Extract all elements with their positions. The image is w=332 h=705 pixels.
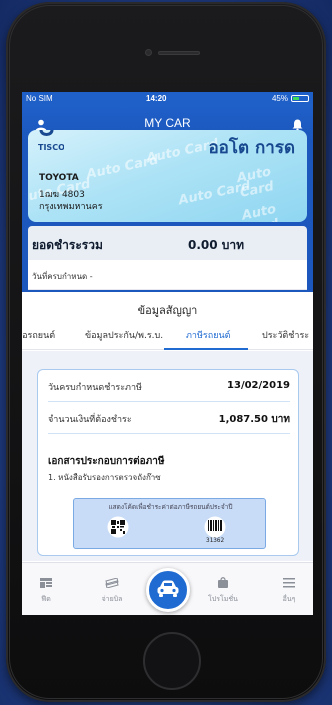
battery-icon — [291, 95, 309, 102]
barcode-number: 31362 — [206, 537, 225, 544]
tabbar-label: อื่นๆ — [282, 595, 296, 603]
active-tab-indicator — [164, 348, 248, 350]
due-date-label: วันที่ครบกำหนด - — [32, 272, 93, 281]
tabbar-item-promotion[interactable]: โปรโมชั่น — [203, 573, 243, 605]
home-button[interactable] — [143, 632, 201, 690]
card-watermark: Auto Card — [177, 178, 252, 209]
battery-percent: 45% — [271, 94, 288, 103]
tabbar-item-pay-bill[interactable]: จ่ายบิล — [92, 573, 132, 605]
card-brand: ออโต การด — [208, 138, 295, 158]
documents-title: เอกสารประกอบการต่อภาษี — [48, 456, 165, 467]
status-bar: No SIM 14:20 45% — [22, 92, 313, 106]
menu-icon — [283, 573, 295, 592]
contract-tabs: ชื่อรถยนต์ ข้อมูลประกัน/พ.ร.บ. ภาษีรถยนต… — [22, 322, 313, 350]
tab-car-name[interactable]: ชื่อรถยนต์ — [22, 328, 55, 342]
tax-amount-value: 1,087.50 บาท — [218, 414, 290, 425]
promotion-bag-icon — [218, 573, 228, 592]
payment-code-box[interactable]: แสดงโค้ดเพื่อชำระค่าต่อภาษีรถยนต์ประจำปี — [73, 498, 266, 549]
tabbar-label: โปรโมชั่น — [208, 595, 238, 603]
due-date-row: วันที่ครบกำหนด - — [28, 260, 307, 290]
contract-title: ข้อมูลสัญญา — [137, 304, 198, 317]
bill-icon — [105, 573, 119, 592]
my-car-center-button[interactable] — [146, 568, 190, 612]
tabbar-label: จ่ายบิล — [101, 595, 123, 603]
tax-detail-card: วันครบกำหนดชำระภาษี 13/02/2019 จำนวนเงิน… — [37, 369, 299, 556]
total-due-label: ยอดชำระรวม — [32, 238, 103, 252]
page-title: MY CAR — [144, 116, 191, 130]
tabbar-item-more[interactable]: อื่นๆ — [269, 573, 309, 605]
front-camera — [145, 49, 152, 56]
qr-code-icon[interactable] — [107, 516, 129, 542]
total-due-amount: 0.00 บาท — [188, 238, 245, 252]
svg-text:TISCO: TISCO — [38, 143, 64, 152]
card-watermark: Auto Card — [240, 201, 281, 222]
plate-province: กรุงเทพมหานคร — [39, 202, 103, 212]
tab-payment-history[interactable]: ประวัติชำระ — [262, 328, 309, 342]
tax-due-date-row: วันครบกำหนดชำระภาษี 13/02/2019 — [48, 370, 290, 402]
tabbar-item-feed[interactable]: ฟีด — [26, 573, 66, 605]
scan-hint: แสดงโค้ดเพื่อชำระค่าต่อภาษีรถยนต์ประจำปี — [108, 503, 233, 511]
tabbar-label: ฟีด — [41, 595, 51, 603]
car-card[interactable]: Auto Card Auto Card Auto Card Auto Card … — [28, 130, 307, 222]
tab-insurance[interactable]: ข้อมูลประกัน/พ.ร.บ. — [85, 328, 163, 342]
tab-car-tax[interactable]: ภาษีรถยนต์ — [186, 328, 230, 342]
tax-amount-label: จำนวนเงินที่ต้องชำระ — [48, 415, 132, 425]
car-icon — [156, 580, 180, 602]
tax-due-value: 13/02/2019 — [227, 380, 290, 391]
document-item: 1. หนังสือรับรองการตรวจถังก๊าซ — [48, 473, 161, 482]
battery-status: 45% — [272, 94, 309, 103]
car-make: TOYOTA — [39, 173, 79, 183]
earpiece-speaker — [158, 51, 200, 55]
total-due-panel: ยอดชำระรวม 0.00 บาท — [28, 226, 307, 260]
tax-amount-row: จำนวนเงินที่ต้องชำระ 1,087.50 บาท — [48, 402, 290, 434]
app-screen: No SIM 14:20 45% MY CAR Auto Card Auto C… — [22, 92, 313, 615]
clock: 14:20 — [146, 94, 167, 103]
carrier-label: No SIM — [26, 94, 53, 103]
tax-due-label: วันครบกำหนดชำระภาษี — [48, 383, 142, 393]
feed-icon — [40, 573, 52, 592]
tisco-logo-icon: TISCO — [38, 130, 65, 156]
card-watermark: Auto Card — [85, 152, 160, 183]
